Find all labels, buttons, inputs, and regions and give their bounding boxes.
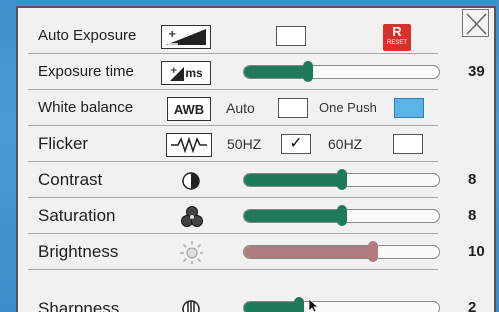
- brightness-slider-thumb[interactable]: [367, 241, 378, 262]
- mouse-cursor-icon: [309, 299, 319, 312]
- exposure-ms-icon: +: [170, 66, 185, 81]
- contrast-value: 8: [468, 171, 477, 188]
- contrast-slider-thumb[interactable]: [336, 169, 347, 190]
- brightness-row: Brightness 10: [28, 234, 485, 270]
- reset-label: RESET: [386, 40, 407, 46]
- saturation-value: 8: [468, 207, 477, 224]
- sharpness-value: 2: [468, 299, 477, 312]
- brightness-value: 10: [468, 243, 485, 260]
- sharpness-slider-thumb[interactable]: [293, 297, 304, 312]
- flicker-label: Flicker: [38, 134, 89, 153]
- sharpness-slider[interactable]: [243, 297, 440, 312]
- svg-text:+: +: [168, 29, 176, 40]
- flicker-wave-icon: [171, 136, 207, 154]
- close-button[interactable]: [462, 9, 489, 37]
- flicker-50hz-checkbox[interactable]: ✓: [281, 134, 311, 154]
- brightness-slider-fill: [244, 246, 373, 258]
- exposure-time-icon-button[interactable]: + ms: [161, 61, 211, 85]
- auto-exposure-label: Auto Exposure: [38, 27, 137, 44]
- wb-one-push-checkbox[interactable]: [394, 98, 424, 118]
- sharpness-icon: [182, 300, 200, 312]
- sharpness-slider-fill: [244, 302, 299, 312]
- checkmark-icon: ✓: [289, 135, 303, 152]
- auto-exposure-icon-button[interactable]: +: [161, 25, 211, 49]
- contrast-slider-fill: [244, 174, 342, 186]
- svg-text:+: +: [170, 66, 178, 76]
- flicker-row: Flicker 50HZ ✓ 60HZ: [28, 126, 438, 162]
- wb-auto-label: Auto: [226, 100, 255, 116]
- flicker-60hz-checkbox[interactable]: [393, 134, 423, 154]
- exposure-time-label: Exposure time: [38, 63, 134, 80]
- reset-button[interactable]: R RESET: [383, 24, 411, 51]
- flicker-60hz-label: 60HZ: [328, 136, 363, 152]
- wb-one-push-label: One Push: [319, 100, 377, 115]
- sharpness-label: Sharpness: [38, 299, 120, 312]
- contrast-slider[interactable]: [243, 169, 440, 190]
- flicker-50hz-label: 50HZ: [227, 136, 262, 152]
- awb-icon-text: AWB: [173, 101, 205, 117]
- saturation-icon: [181, 206, 203, 227]
- auto-exposure-row: Auto Exposure +: [28, 18, 438, 54]
- sharpness-row: Sharpness 2: [28, 270, 476, 312]
- contrast-label: Contrast: [38, 170, 103, 189]
- exposure-ms-text: ms: [185, 66, 203, 80]
- exposure-time-slider-thumb[interactable]: [303, 61, 314, 82]
- reset-icon: R: [392, 24, 402, 39]
- wb-auto-checkbox[interactable]: [278, 98, 308, 118]
- exposure-time-row: Exposure time + ms 39: [28, 54, 485, 90]
- awb-button[interactable]: AWB: [167, 97, 211, 121]
- auto-exposure-checkbox[interactable]: [276, 26, 306, 46]
- saturation-slider-thumb[interactable]: [336, 205, 347, 226]
- white-balance-label: White balance: [38, 99, 134, 116]
- brightness-slider[interactable]: [243, 241, 440, 262]
- exposure-time-slider[interactable]: [243, 61, 440, 82]
- saturation-label: Saturation: [38, 206, 116, 225]
- saturation-row: Saturation 8: [28, 198, 476, 234]
- close-icon: [466, 13, 487, 35]
- flicker-icon-button[interactable]: [166, 133, 212, 157]
- contrast-icon: [182, 172, 200, 190]
- camera-settings-panel: Auto Exposure + R RESET Exposure time + …: [16, 6, 496, 312]
- saturation-slider[interactable]: [243, 205, 440, 226]
- brightness-label: Brightness: [38, 242, 119, 261]
- contrast-row: Contrast 8: [28, 162, 476, 198]
- brightness-icon: [180, 241, 203, 264]
- exposure-time-slider-fill: [244, 66, 309, 78]
- saturation-slider-fill: [244, 210, 342, 222]
- white-balance-row: White balance AWB Auto One Push: [28, 90, 438, 126]
- exposure-icon: +: [166, 29, 206, 45]
- exposure-time-value: 39: [468, 63, 485, 80]
